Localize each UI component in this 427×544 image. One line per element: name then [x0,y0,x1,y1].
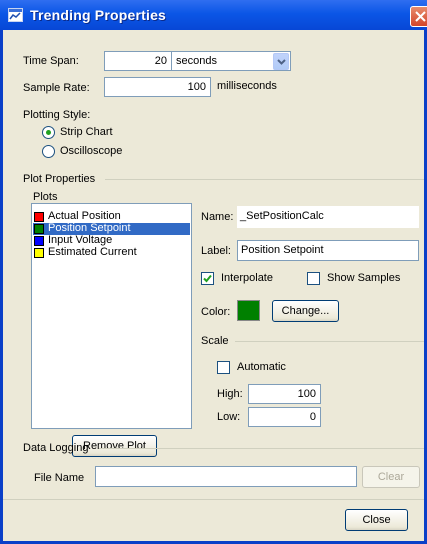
show-samples-checkbox[interactable] [307,272,320,285]
color-swatch [34,236,44,246]
low-label: Low: [217,411,241,423]
color-swatch [34,224,44,234]
high-label: High: [217,388,243,400]
clear-button[interactable]: Clear [362,466,420,488]
show-samples-label[interactable]: Show Samples [327,272,400,284]
sample-rate-input[interactable]: 100 [104,77,211,97]
color-swatch-preview [237,300,260,321]
plotting-style-label: Plotting Style: [23,109,91,121]
color-label: Color: [201,306,231,318]
sample-rate-label: Sample Rate: [23,82,90,94]
name-value: _SetPositionCalc [237,206,419,228]
color-swatch [34,248,44,258]
group-divider [235,341,424,342]
label-label: Label: [201,245,231,257]
time-span-input[interactable]: 20 [104,51,172,71]
checkmark-icon [203,274,212,283]
sample-rate-unit: milliseconds [217,80,277,92]
window-close-button[interactable] [410,6,427,27]
strip-chart-radio[interactable] [42,126,55,139]
window-app-icon [8,8,23,22]
group-divider [99,448,424,449]
time-span-label: Time Span: [23,55,79,67]
change-color-button[interactable]: Change... [272,300,339,322]
oscilloscope-radio[interactable] [42,145,55,158]
plot-properties-group-label: Plot Properties [23,173,96,185]
color-swatch [34,212,44,222]
low-input[interactable]: 0 [248,407,321,427]
oscilloscope-label[interactable]: Oscilloscope [60,145,122,157]
file-name-input[interactable] [95,466,357,487]
label-input[interactable]: Position Setpoint [237,240,419,261]
scale-group-label: Scale [201,335,229,347]
close-icon [415,11,426,22]
high-input[interactable]: 100 [248,384,321,404]
window-title: Trending Properties [30,7,167,23]
dropdown-arrow-button[interactable] [273,53,289,70]
dialog-body: Time Span: 20 seconds Sample Rate: 100 m… [3,30,424,541]
plots-listbox[interactable]: Actual Position Position Setpoint Input … [31,203,192,429]
time-span-unit-select[interactable]: seconds [171,51,291,71]
plots-label: Plots [33,191,58,203]
data-logging-group-label: Data Logging [23,442,89,454]
automatic-checkbox[interactable] [217,361,230,374]
time-span-unit-value: seconds [176,55,217,67]
chevron-down-icon [277,59,286,65]
title-bar[interactable]: Trending Properties [0,0,427,30]
trending-properties-window: Trending Properties Time Span: 20 second… [0,0,427,544]
interpolate-checkbox[interactable] [201,272,214,285]
strip-chart-label[interactable]: Strip Chart [60,126,113,138]
automatic-label[interactable]: Automatic [237,361,286,373]
list-item[interactable]: Estimated Current [33,246,190,259]
interpolate-label[interactable]: Interpolate [221,272,273,284]
group-divider [105,179,424,180]
name-label: Name: [201,211,234,223]
close-button[interactable]: Close [345,509,408,531]
file-name-label: File Name [34,472,85,484]
bottom-divider [3,499,424,500]
